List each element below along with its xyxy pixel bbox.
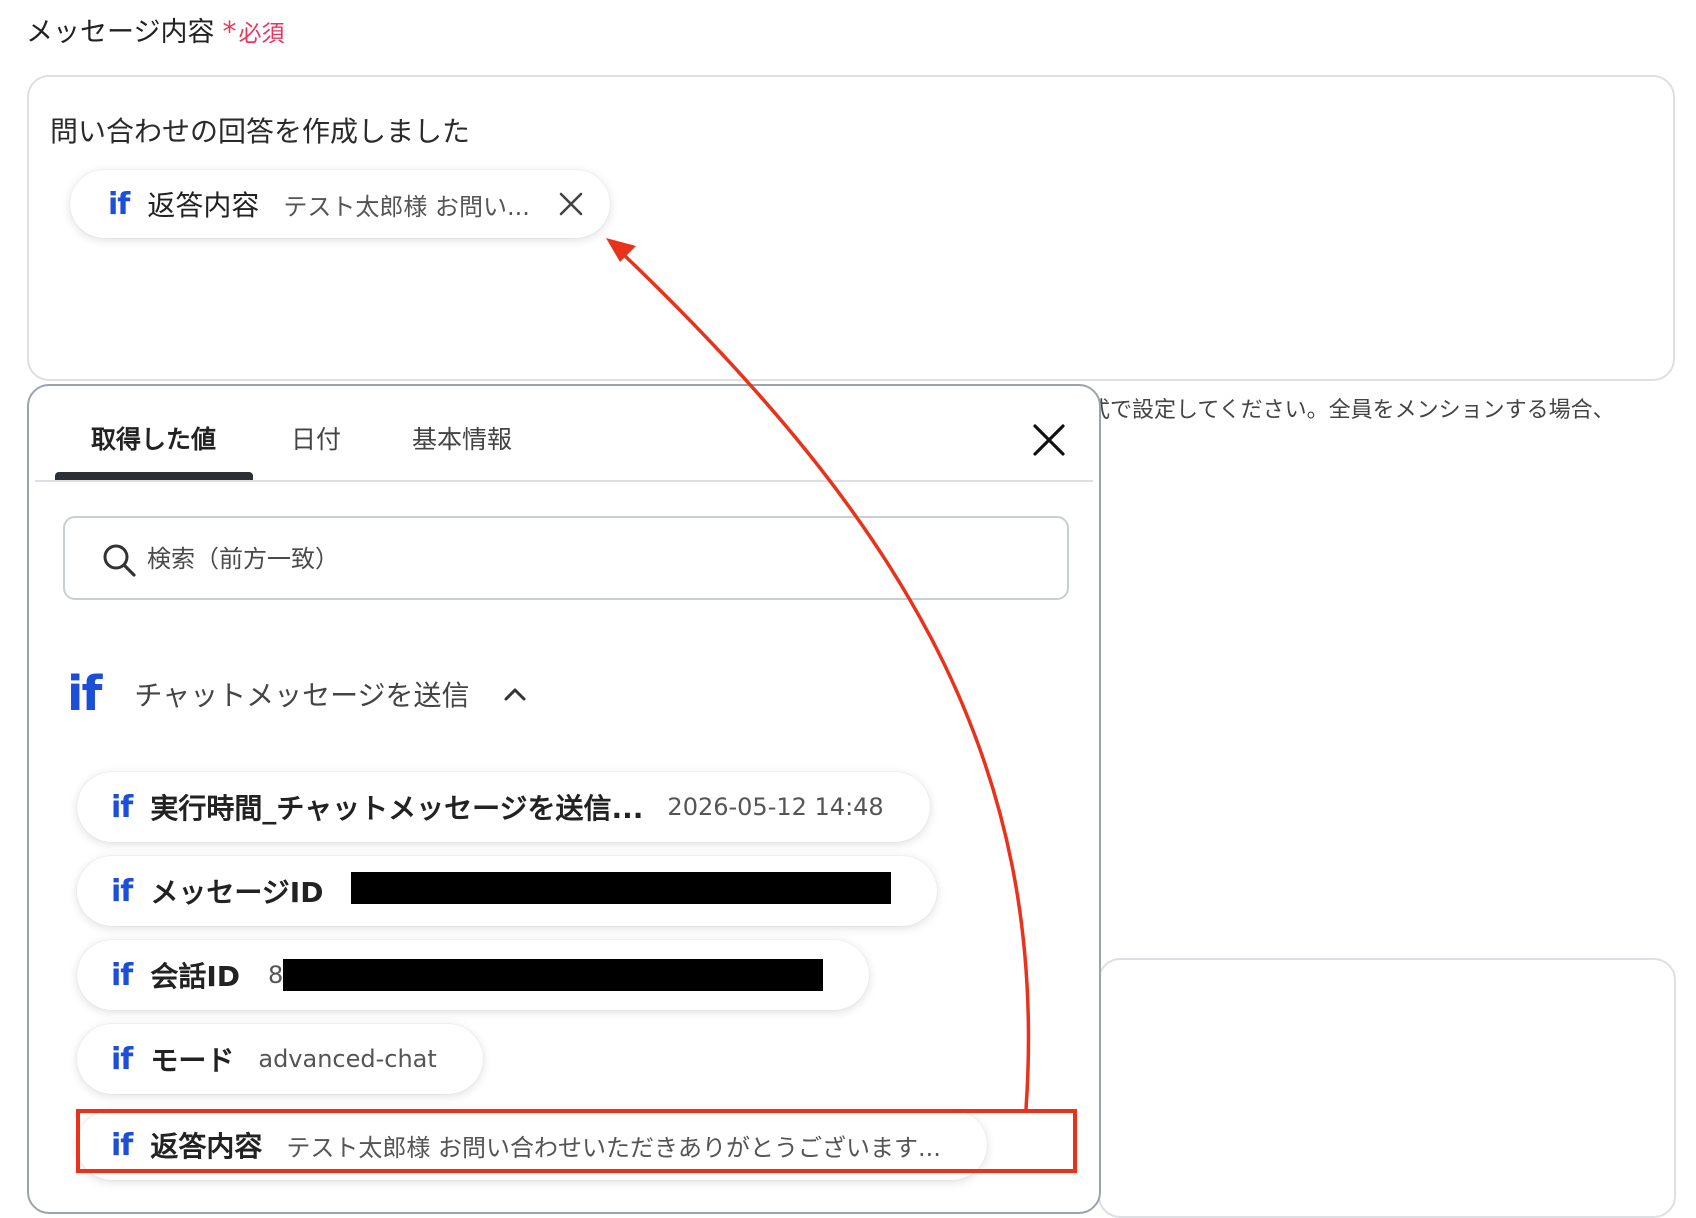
- list-item[interactable]: if 実行時間_チャットメッセージを送信... 2026-05-12 14:48: [77, 772, 930, 842]
- inserted-variable-chip[interactable]: if 返答内容 テスト太郎様 お問い...: [70, 170, 610, 238]
- if-app-icon: if: [108, 186, 130, 222]
- if-app-icon: if: [111, 957, 133, 993]
- search-field[interactable]: [63, 516, 1069, 600]
- item-value-redacted: 8: [268, 959, 824, 991]
- annotation-highlight-box: [76, 1109, 1077, 1173]
- item-name: モード: [150, 1044, 235, 1077]
- tab-basic-info[interactable]: 基本情報: [412, 420, 512, 456]
- required-star: *: [222, 15, 237, 48]
- field-label-text: メッセージ内容: [26, 17, 215, 48]
- close-icon[interactable]: [1031, 422, 1067, 458]
- list-item[interactable]: if 会話ID 8: [77, 940, 870, 1010]
- item-name: メッセージID: [150, 876, 324, 909]
- item-value-redacted: [351, 872, 892, 910]
- search-icon: [101, 542, 137, 578]
- if-app-icon: if: [111, 1041, 133, 1077]
- tab-date[interactable]: 日付: [291, 420, 341, 456]
- if-app-icon: if: [67, 666, 102, 722]
- group-header[interactable]: if チャットメッセージを送信: [67, 666, 528, 722]
- if-app-icon: if: [111, 873, 133, 909]
- next-field-box[interactable]: [1098, 958, 1676, 1218]
- active-tab-indicator: [55, 472, 253, 480]
- required-text: 必須: [238, 21, 285, 47]
- item-value: 8: [268, 961, 284, 989]
- search-input[interactable]: [145, 532, 1029, 586]
- chip-value: テスト太郎様 お問い...: [283, 192, 530, 221]
- list-item[interactable]: if メッセージID: [77, 856, 938, 926]
- tab-acquired-values[interactable]: 取得した値: [91, 420, 216, 456]
- group-title: チャットメッセージを送信: [134, 679, 470, 712]
- helper-text: 式で設定してください。全員をメンションする場合、: [1088, 398, 1615, 423]
- message-text: 問い合わせの回答を作成しました: [50, 115, 471, 148]
- tab-divider: [35, 480, 1093, 482]
- item-value: 2026-05-12 14:48: [667, 793, 884, 821]
- field-label: メッセージ内容 *必須: [26, 10, 284, 49]
- list-item[interactable]: if モード advanced-chat: [77, 1024, 483, 1094]
- item-name: 実行時間_チャットメッセージを送信...: [150, 792, 644, 825]
- value-picker-popup: 取得した値 日付 基本情報 if チャットメッセージを送信 if 実行時間_チャ…: [27, 384, 1101, 1214]
- if-app-icon: if: [111, 789, 133, 825]
- close-icon[interactable]: [558, 191, 584, 217]
- chevron-up-icon[interactable]: [502, 685, 528, 703]
- item-value: advanced-chat: [258, 1045, 437, 1073]
- chip-name: 返答内容: [147, 189, 260, 222]
- item-name: 会話ID: [150, 960, 241, 993]
